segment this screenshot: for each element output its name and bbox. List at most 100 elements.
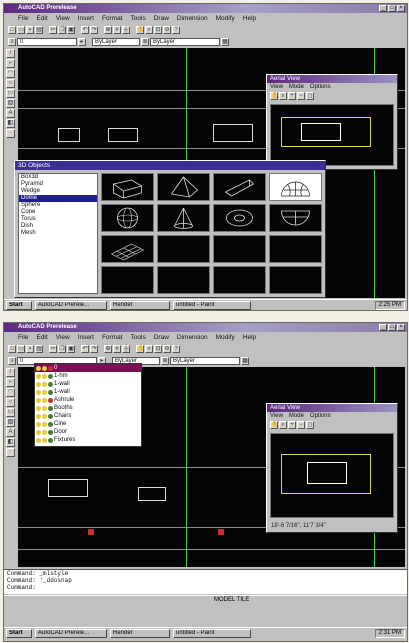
layer-thaw-icon[interactable] xyxy=(42,437,47,443)
3d-object-item[interactable]: Wedge xyxy=(19,188,97,195)
aerial-menu-options[interactable]: Options xyxy=(310,83,331,91)
help-icon[interactable]: ? xyxy=(172,25,180,34)
menu-edit[interactable]: Edit xyxy=(36,14,47,23)
menu-format[interactable]: Format xyxy=(102,333,123,342)
save-icon[interactable]: ▪ xyxy=(26,344,34,353)
aerial-view-canvas[interactable] xyxy=(270,104,394,166)
start-button[interactable]: Start xyxy=(6,300,32,310)
layer-item[interactable]: Chairs xyxy=(35,412,141,420)
aerial-menu-view[interactable]: View xyxy=(270,83,283,91)
make-current-icon[interactable]: ▸ xyxy=(78,37,86,46)
taskbar-render[interactable]: Render xyxy=(110,300,170,310)
taskbar-paint[interactable]: untitled - Paint xyxy=(173,300,251,310)
layer-item[interactable]: 1-hm xyxy=(35,372,141,380)
open-icon[interactable]: ▭ xyxy=(17,344,25,353)
menu-draw[interactable]: Draw xyxy=(154,14,169,23)
copy-icon[interactable]: ❐ xyxy=(58,25,66,34)
circle-icon[interactable]: ○ xyxy=(6,79,15,88)
layer-on-icon[interactable] xyxy=(36,421,41,427)
start-button[interactable]: Start xyxy=(6,628,32,638)
layer-item-selected[interactable]: 0 xyxy=(35,364,141,372)
snap-icon[interactable]: ⊕ xyxy=(104,25,112,34)
menu-file[interactable]: File xyxy=(18,333,28,342)
circle-icon[interactable]: ○ xyxy=(6,398,15,407)
snap-icon[interactable]: ⊕ xyxy=(104,344,112,353)
layer-thaw-icon[interactable] xyxy=(42,381,47,387)
status-text[interactable]: MODEL TILE xyxy=(214,596,249,604)
wedge-preview-icon[interactable] xyxy=(213,173,266,201)
new-icon[interactable]: □ xyxy=(8,25,16,34)
layer-on-icon[interactable] xyxy=(36,389,41,395)
layer-on-icon[interactable] xyxy=(36,413,41,419)
layer-item[interactable]: 1-wall xyxy=(35,380,141,388)
3d-object-item[interactable]: Torus xyxy=(19,216,97,223)
zoom-realtime-icon[interactable]: ⌕ xyxy=(145,25,153,34)
taskbar-paint[interactable]: untitled - Paint xyxy=(173,628,251,638)
command-prompt[interactable]: Command: xyxy=(4,584,407,591)
dish-preview-icon[interactable] xyxy=(269,204,322,232)
cut-icon[interactable]: ✂ xyxy=(49,25,57,34)
cone-preview-icon[interactable] xyxy=(157,204,210,232)
layer-thaw-icon[interactable] xyxy=(42,373,47,379)
layer-item[interactable]: Ashrule xyxy=(35,396,141,404)
linetype-combo[interactable]: ByLayer xyxy=(150,37,220,46)
zoom-previous-icon[interactable]: ⊖ xyxy=(163,344,171,353)
pyramid-preview-icon[interactable] xyxy=(157,173,210,201)
aerial-pan-icon[interactable]: ✋ xyxy=(270,92,278,100)
menu-file[interactable]: File xyxy=(18,14,28,23)
menu-format[interactable]: Format xyxy=(102,14,123,23)
undo-icon[interactable]: ↶ xyxy=(81,25,89,34)
cut-icon[interactable]: ✂ xyxy=(49,344,57,353)
point-icon[interactable]: · xyxy=(6,448,15,457)
layer-on-icon[interactable] xyxy=(36,429,41,435)
grid-icon[interactable]: # xyxy=(113,344,121,353)
command-window[interactable]: Command: _mlstyle Command: '_ddosnap Com… xyxy=(4,569,407,594)
print-icon[interactable]: ▤ xyxy=(35,344,43,353)
aerial-menu-options[interactable]: Options xyxy=(310,412,331,420)
layer-on-icon[interactable] xyxy=(36,405,41,411)
paste-icon[interactable]: ▣ xyxy=(67,344,75,353)
ortho-icon[interactable]: ┼ xyxy=(122,25,130,34)
3d-object-item[interactable]: Box3d xyxy=(19,174,97,181)
minimize-button[interactable]: _ xyxy=(379,5,387,12)
layer-on-icon[interactable] xyxy=(36,397,41,403)
redo-icon[interactable]: ↷ xyxy=(90,344,98,353)
menu-draw[interactable]: Draw xyxy=(154,333,169,342)
open-icon[interactable]: ▭ xyxy=(17,25,25,34)
box-preview-icon[interactable] xyxy=(101,173,154,201)
line-icon[interactable]: / xyxy=(6,368,15,377)
3d-object-item-selected[interactable]: Dome xyxy=(19,195,97,202)
layer-thaw-icon[interactable] xyxy=(42,405,47,411)
taskbar-render[interactable]: Render xyxy=(110,628,170,638)
dome-preview-icon[interactable] xyxy=(269,173,322,201)
rectangle-icon[interactable]: ▭ xyxy=(6,408,15,417)
print-icon[interactable]: ▤ xyxy=(35,25,43,34)
menu-modify[interactable]: Modify xyxy=(216,14,235,23)
layer-thaw-icon[interactable] xyxy=(42,397,47,403)
grid-icon[interactable]: # xyxy=(113,25,121,34)
polyline-icon[interactable]: ⌐ xyxy=(6,59,15,68)
minimize-button[interactable]: _ xyxy=(379,324,387,331)
layer-on-icon[interactable] xyxy=(36,437,41,443)
menu-view[interactable]: View xyxy=(56,14,70,23)
mesh-preview-icon[interactable] xyxy=(101,235,154,263)
aerial-view-canvas[interactable] xyxy=(270,433,394,518)
3d-object-item[interactable]: Sphere xyxy=(19,202,97,209)
rectangle-icon[interactable]: ▭ xyxy=(6,89,15,98)
zoom-window-icon[interactable]: ⊡ xyxy=(154,344,162,353)
taskbar-autocad[interactable]: AutoCAD Prerele... xyxy=(35,628,107,638)
sphere-preview-icon[interactable] xyxy=(101,204,154,232)
arc-icon[interactable]: ◠ xyxy=(6,388,15,397)
layer-item[interactable]: Fixtures xyxy=(35,436,141,444)
text-icon[interactable]: A xyxy=(6,428,15,437)
pan-icon[interactable]: ✋ xyxy=(136,344,144,353)
paste-icon[interactable]: ▣ xyxy=(67,25,75,34)
properties-icon[interactable]: ▦ xyxy=(241,356,249,365)
properties-icon[interactable]: ▦ xyxy=(221,37,229,46)
torus-preview-icon[interactable] xyxy=(213,204,266,232)
3d-object-item[interactable]: Cone xyxy=(19,209,97,216)
menu-modify[interactable]: Modify xyxy=(216,333,235,342)
menu-dimension[interactable]: Dimension xyxy=(177,14,208,23)
polyline-icon[interactable]: ⌐ xyxy=(6,378,15,387)
redo-icon[interactable]: ↷ xyxy=(90,25,98,34)
